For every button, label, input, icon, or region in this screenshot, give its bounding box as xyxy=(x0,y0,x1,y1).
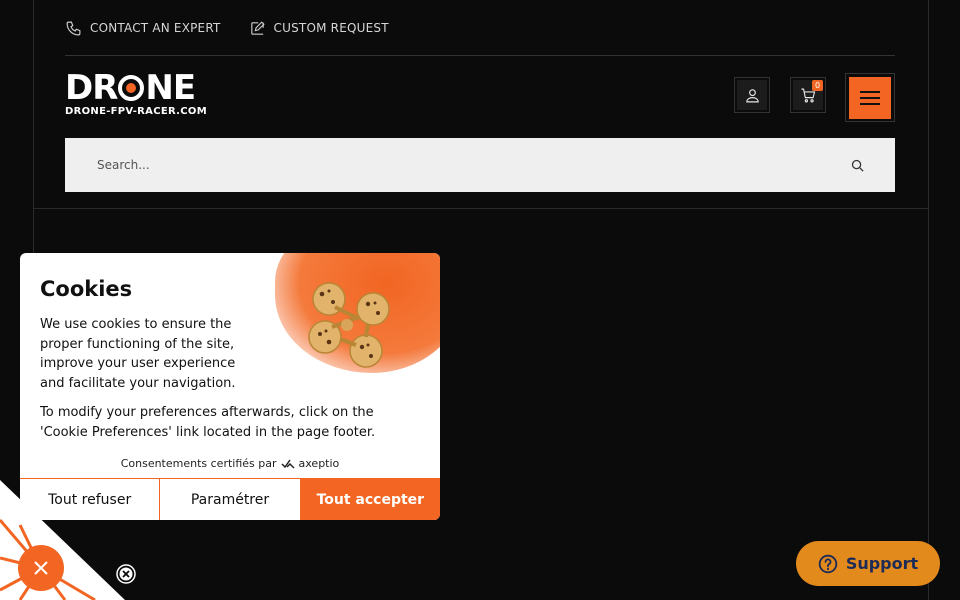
cookie-title: Cookies xyxy=(40,277,133,301)
phone-icon xyxy=(66,21,81,35)
menu-button[interactable] xyxy=(845,73,895,122)
edit-icon xyxy=(250,20,265,35)
user-icon xyxy=(745,88,759,102)
support-button[interactable]: Support xyxy=(796,541,940,586)
cookie-intro-text: We use cookies to ensure the proper func… xyxy=(40,317,236,391)
logo-subtitle: DRONE-FPV-RACER.COM xyxy=(65,106,207,117)
header-divider xyxy=(33,208,928,209)
cart-button[interactable]: 0 xyxy=(790,77,826,113)
consent-certification: Consentements certifiés par axeptio xyxy=(20,457,440,470)
logo-word-left: DR xyxy=(65,68,118,108)
logo-wordmark: DR NE xyxy=(65,68,217,108)
search-icon[interactable] xyxy=(850,158,865,173)
help-icon xyxy=(818,554,838,573)
certified-label: Consentements certifiés par xyxy=(120,457,277,470)
cart-count-badge: 0 xyxy=(812,80,823,91)
custom-request-link[interactable]: CUSTOM REQUEST xyxy=(249,20,389,37)
cookies-illustration xyxy=(308,282,390,368)
contact-expert-label: CONTACT AN EXPERT xyxy=(90,21,221,35)
custom-request-label: CUSTOM REQUEST xyxy=(273,21,389,35)
logo-word-right: NE xyxy=(145,68,196,108)
corner-promo-widget xyxy=(0,480,125,600)
settings-button[interactable]: Paramétrer xyxy=(160,479,301,520)
search-input[interactable] xyxy=(95,157,850,173)
search-bar xyxy=(65,138,895,192)
axeptio-logo-icon xyxy=(280,459,295,469)
account-button[interactable] xyxy=(734,77,770,113)
hamburger-icon xyxy=(849,76,891,119)
logo-o-ring xyxy=(118,75,145,101)
axeptio-brand: axeptio xyxy=(298,457,340,470)
corner-close-icon[interactable] xyxy=(31,558,51,578)
close-circle-icon[interactable] xyxy=(116,564,136,584)
topbar-divider xyxy=(65,55,895,56)
site-logo[interactable]: DR NE DRONE-FPV-RACER.COM xyxy=(65,68,217,118)
contact-expert-link[interactable]: CONTACT AN EXPERT xyxy=(65,20,221,37)
accept-all-button[interactable]: Tout accepter xyxy=(300,479,440,520)
cookie-preferences-text: To modify your preferences afterwards, c… xyxy=(40,405,376,440)
support-label: Support xyxy=(845,554,919,573)
topbar: CONTACT AN EXPERT CUSTOM REQUEST xyxy=(65,18,389,38)
